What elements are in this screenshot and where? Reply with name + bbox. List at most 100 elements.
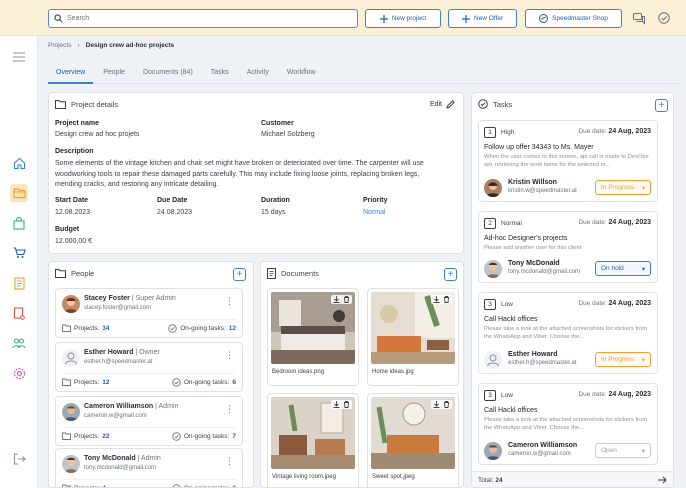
trash-icon[interactable]	[343, 401, 350, 408]
tab-tasks[interactable]: Tasks	[203, 62, 237, 84]
more-options-icon[interactable]: ⋮	[225, 405, 234, 414]
projects-label: Projects:	[74, 378, 100, 386]
document-tile[interactable]: Home ideas.jpg	[367, 288, 459, 386]
folder-icon[interactable]	[10, 184, 28, 202]
caret-down-icon: ▾	[641, 184, 645, 192]
tasks-header: Tasks	[478, 99, 512, 109]
document-list-icon[interactable]	[10, 274, 28, 292]
cart-icon[interactable]	[10, 244, 28, 262]
person-role: Super Admin	[135, 295, 176, 302]
trash-icon[interactable]	[343, 296, 350, 303]
document-name: Home ideas.jpg	[372, 369, 414, 375]
new-offer-label: New Offer	[473, 15, 504, 22]
shopping-bag-icon[interactable]	[10, 214, 28, 232]
documents-header: Documents	[267, 268, 319, 279]
search-input[interactable]: Search	[48, 9, 358, 28]
tab-workflow[interactable]: Workflow	[279, 62, 324, 84]
person-role: Admin	[158, 403, 179, 410]
duration-value: 15 days	[261, 209, 286, 216]
duration-label: Duration	[261, 197, 290, 204]
more-options-icon[interactable]: ⋮	[225, 297, 234, 306]
priority-label: Priority	[363, 197, 388, 204]
document-name: Sweet spot.jpeg	[372, 474, 415, 480]
projects-label: Projects:	[74, 324, 100, 332]
caret-down-icon: ▾	[641, 447, 645, 455]
tab-overview[interactable]: Overview	[48, 62, 94, 84]
divider	[62, 373, 236, 374]
status-select[interactable]: In Progress ▾	[595, 180, 651, 195]
new-offer-button[interactable]: New Offer	[448, 9, 517, 28]
task-card[interactable]: 3 Low Due date: 24 Aug, 2023 Call Hackl …	[478, 292, 658, 374]
download-icon[interactable]	[333, 401, 340, 408]
users-icon[interactable]	[10, 334, 28, 352]
invoice-icon[interactable]	[10, 304, 28, 322]
trash-icon[interactable]	[443, 296, 450, 303]
caret-down-icon: ▾	[641, 356, 645, 364]
document-tile[interactable]: Sweet spot.jpeg	[367, 393, 459, 487]
document-tile[interactable]: Bedroom ideas.png	[267, 288, 359, 386]
download-icon[interactable]	[333, 296, 340, 303]
customer-value: Michael Solzberg	[261, 131, 315, 138]
tab-people[interactable]: People	[95, 62, 133, 84]
edit-label: Edit	[429, 101, 442, 108]
ongoing-count: 7	[232, 433, 236, 440]
tab-activity[interactable]: Activity	[239, 62, 277, 84]
check-circle-icon	[168, 324, 177, 333]
plus-icon	[379, 14, 388, 23]
edit-button[interactable]: Edit	[430, 100, 455, 109]
task-priority: Low	[501, 301, 513, 308]
task-card[interactable]: 2 Normal Due date: 24 Aug, 2023 Ad-hoc D…	[478, 211, 658, 283]
add-document-button[interactable]: +	[444, 268, 457, 281]
task-description: Please take a look at the attached scree…	[484, 326, 648, 340]
check-badge-icon[interactable]	[657, 11, 671, 25]
folder-icon	[62, 484, 71, 487]
add-person-button[interactable]: +	[233, 268, 246, 281]
project-details-card: Project details Edit Project name Design…	[48, 92, 464, 254]
download-icon[interactable]	[433, 401, 440, 408]
download-icon[interactable]	[433, 296, 440, 303]
home-icon[interactable]	[10, 154, 28, 172]
add-task-button[interactable]: +	[655, 99, 668, 112]
person-card[interactable]: Stacey Foster | Super Admin stacey.foste…	[55, 288, 243, 338]
arrow-right-icon[interactable]	[657, 475, 667, 485]
settings-icon[interactable]	[10, 364, 28, 382]
projects-count: 4	[102, 484, 106, 488]
total-count: 24	[495, 477, 503, 484]
status-select[interactable]: On hold ▾	[595, 261, 651, 276]
task-priority: High	[501, 129, 515, 136]
ongoing-label: On-going tasks:	[183, 433, 230, 440]
priority-value: Normal	[363, 209, 386, 216]
projects-count: 34	[102, 324, 110, 332]
speedmaster-shop-button[interactable]: Speedmaster Shop	[525, 9, 622, 28]
avatar	[484, 442, 502, 460]
customer-label: Customer	[261, 120, 294, 127]
trash-icon[interactable]	[443, 401, 450, 408]
start-date-value: 12.08.2023	[55, 209, 91, 216]
task-card[interactable]: 3 Low Due date: 24 Aug, 2023 Call Hackl …	[478, 383, 658, 465]
task-description: Please add another user for this client	[484, 245, 582, 251]
projects-count: 22	[102, 432, 110, 440]
breadcrumb-root[interactable]: Projects	[48, 42, 71, 49]
chat-icon[interactable]	[632, 11, 646, 25]
description-label: Description	[55, 148, 94, 155]
tab-documents[interactable]: Documents (84)	[135, 62, 201, 84]
menu-icon[interactable]	[10, 48, 28, 66]
tasks-card: Tasks + 1 High Due date: 24 Aug, 2023 Fo…	[471, 92, 674, 488]
person-card[interactable]: Tony McDonald | Admin tony.mcdonald@gmai…	[55, 448, 243, 488]
person-email: stacey.foster@gmail.com	[84, 305, 151, 311]
due-date-label: Due date:	[578, 300, 607, 307]
person-role: Owner	[139, 349, 160, 356]
project-name-value: Design crew ad hoc projets	[55, 131, 140, 138]
status-select[interactable]: In Progress ▾	[595, 352, 651, 367]
more-options-icon[interactable]: ⋮	[225, 351, 234, 360]
document-tile[interactable]: Vintage living room.jpeg	[267, 393, 359, 487]
status-select[interactable]: Open ▾	[595, 443, 651, 458]
task-card[interactable]: 1 High Due date: 24 Aug, 2023 Follow up …	[478, 120, 658, 202]
more-options-icon[interactable]: ⋮	[225, 457, 234, 466]
task-number: 3	[484, 299, 496, 310]
logout-icon[interactable]	[10, 450, 28, 468]
new-project-button[interactable]: New project	[365, 9, 441, 28]
person-card[interactable]: Esther Howard | Owner esther.h@speedmast…	[55, 342, 243, 392]
person-card[interactable]: Cameron Williamson | Admin cameron.w@gma…	[55, 396, 243, 446]
person-name: Cameron Williamson	[84, 403, 154, 410]
